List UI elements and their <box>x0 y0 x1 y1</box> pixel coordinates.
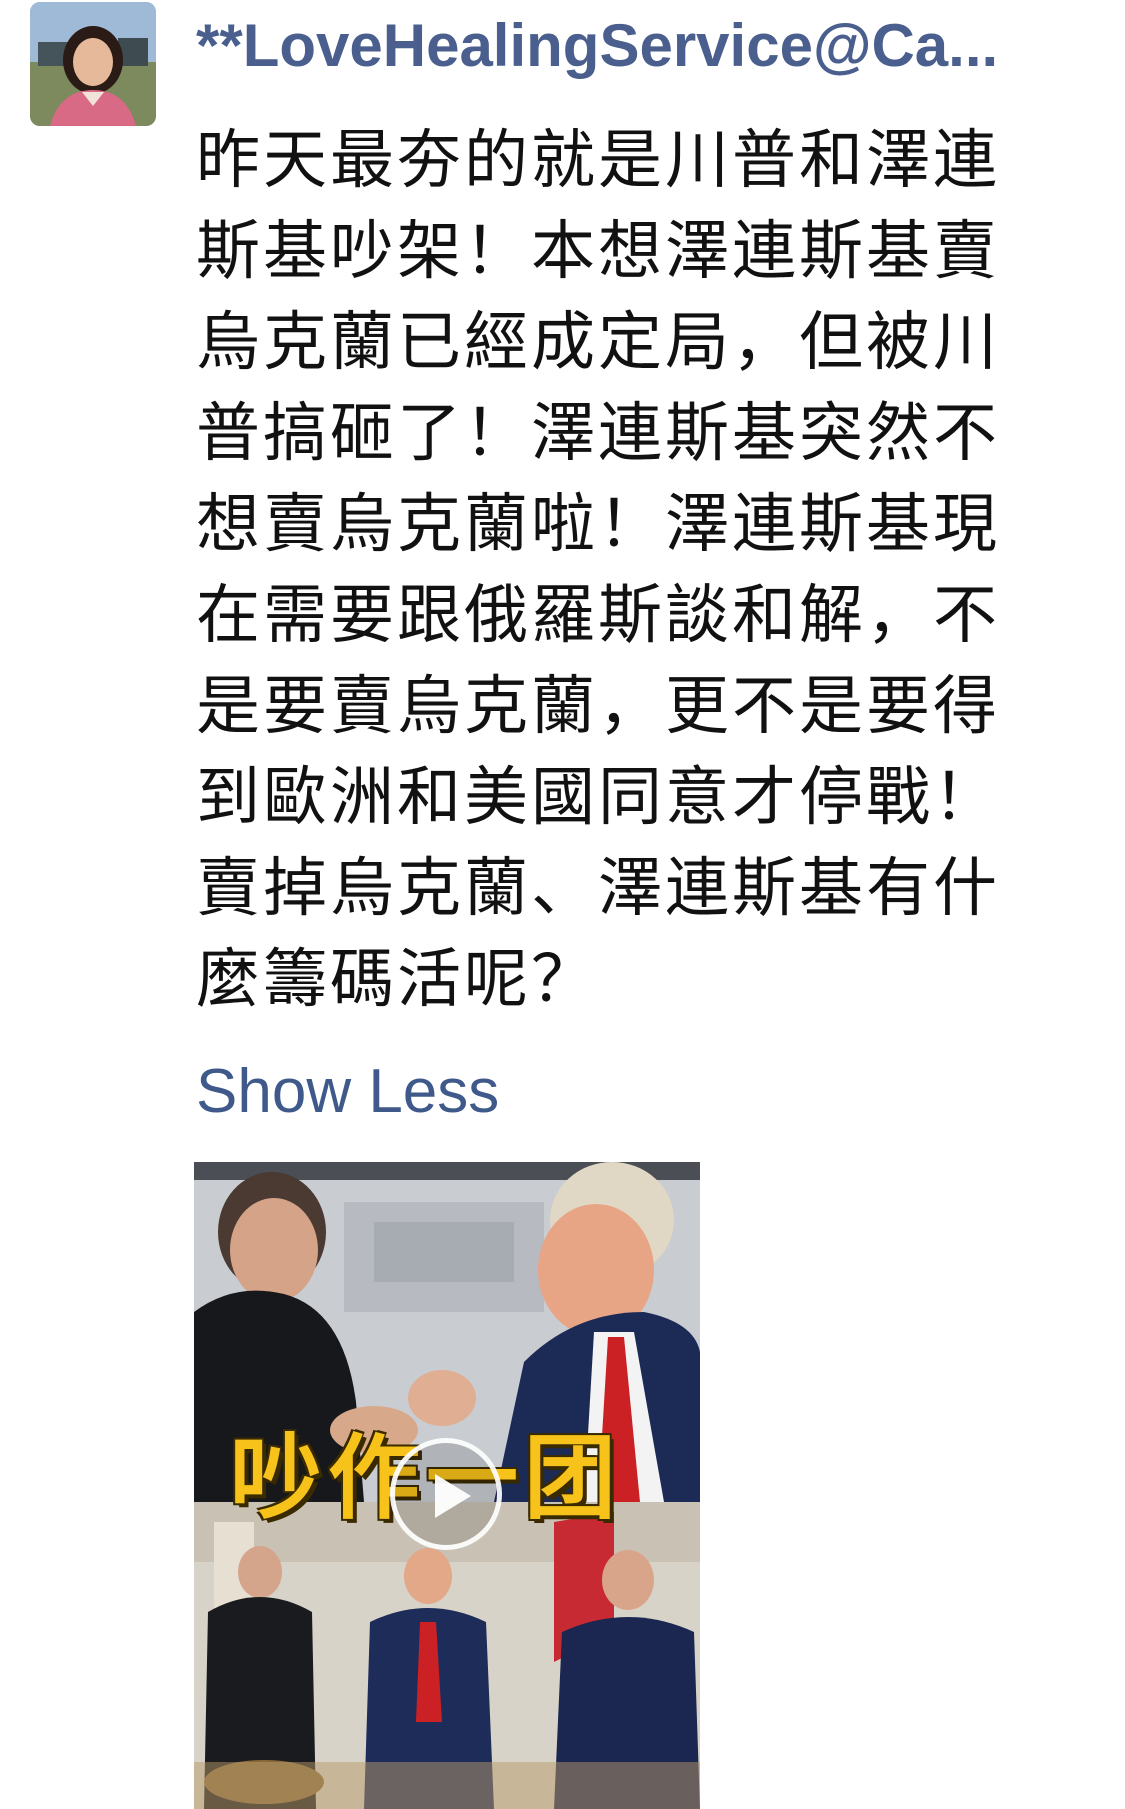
author-name[interactable]: **LoveHealingService@Ca... <box>196 6 1086 86</box>
play-button[interactable] <box>390 1438 502 1550</box>
post-line: 到歐洲和美國同意才停戰！ <box>196 761 1000 835</box>
post-text: 昨天最夯的就是川普和澤連 斯基吵架！本想澤連斯基賣 烏克蘭已經成定局，但被川 普… <box>196 116 1036 1026</box>
post-line: 昨天最夯的就是川普和澤連 <box>196 124 1000 198</box>
video-thumbnail[interactable]: 吵作一团 <box>194 1162 700 1809</box>
post-line: 斯基吵架！本想澤連斯基賣 <box>196 215 1000 289</box>
post-line: 是要賣烏克蘭，更不是要得 <box>196 670 1000 744</box>
avatar[interactable] <box>30 2 156 126</box>
show-less-link[interactable]: Show Less <box>196 1052 499 1132</box>
post-line: 烏克蘭已經成定局，但被川 <box>196 306 1000 380</box>
post-line: 麼籌碼活呢？ <box>196 943 598 1017</box>
play-icon <box>435 1474 471 1518</box>
post-line: 賣掉烏克蘭、澤連斯基有什 <box>196 852 1000 926</box>
post-line: 想賣烏克蘭啦！澤連斯基現 <box>196 488 1000 562</box>
post-line: 在需要跟俄羅斯談和解，不 <box>196 579 1000 653</box>
post-line: 普搞砸了！澤連斯基突然不 <box>196 397 1000 471</box>
